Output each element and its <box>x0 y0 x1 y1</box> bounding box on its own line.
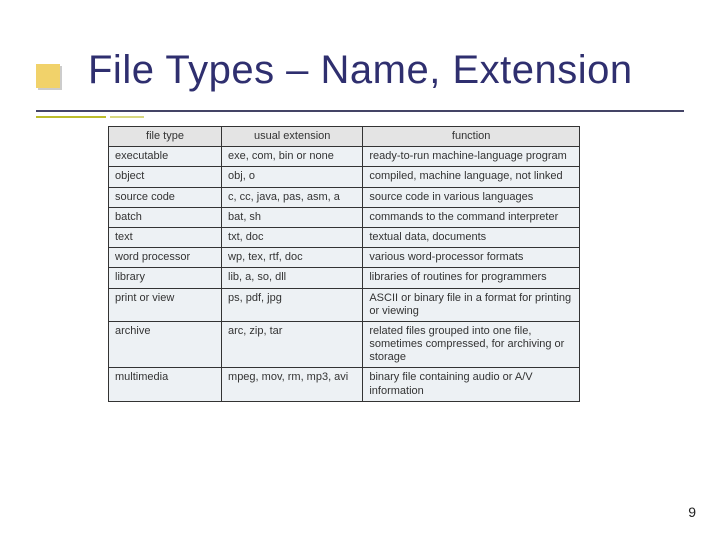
file-types-table: file type usual extension function execu… <box>108 126 580 402</box>
cell-function: libraries of routines for programmers <box>363 268 580 288</box>
cell-extension: lib, a, so, dll <box>222 268 363 288</box>
cell-extension: wp, tex, rtf, doc <box>222 248 363 268</box>
cell-extension: bat, sh <box>222 207 363 227</box>
table-row: print or viewps, pdf, jpgASCII or binary… <box>109 288 580 321</box>
header-extension: usual extension <box>222 127 363 147</box>
cell-file-type: source code <box>109 187 222 207</box>
cell-file-type: object <box>109 167 222 187</box>
accent-line-2 <box>110 116 144 118</box>
table-row: archivearc, zip, tarrelated files groupe… <box>109 321 580 368</box>
cell-function: ready-to-run machine-language program <box>363 147 580 167</box>
cell-file-type: library <box>109 268 222 288</box>
title-underline <box>36 110 684 112</box>
cell-file-type: multimedia <box>109 368 222 401</box>
slide-title: File Types – Name, Extension <box>88 48 633 93</box>
cell-function: various word-processor formats <box>363 248 580 268</box>
cell-function: ASCII or binary file in a format for pri… <box>363 288 580 321</box>
header-function: function <box>363 127 580 147</box>
cell-extension: ps, pdf, jpg <box>222 288 363 321</box>
accent-line <box>36 116 106 118</box>
table-row: multimediampeg, mov, rm, mp3, avibinary … <box>109 368 580 401</box>
cell-file-type: archive <box>109 321 222 368</box>
cell-function: related files grouped into one file, som… <box>363 321 580 368</box>
cell-file-type: batch <box>109 207 222 227</box>
table-row: texttxt, doctextual data, documents <box>109 227 580 247</box>
table-row: source codec, cc, java, pas, asm, asourc… <box>109 187 580 207</box>
table-row: batchbat, shcommands to the command inte… <box>109 207 580 227</box>
cell-file-type: word processor <box>109 248 222 268</box>
table-header-row: file type usual extension function <box>109 127 580 147</box>
cell-extension: obj, o <box>222 167 363 187</box>
cell-file-type: print or view <box>109 288 222 321</box>
page-number: 9 <box>688 504 696 520</box>
cell-extension: mpeg, mov, rm, mp3, avi <box>222 368 363 401</box>
table-row: librarylib, a, so, dlllibraries of routi… <box>109 268 580 288</box>
cell-function: compiled, machine language, not linked <box>363 167 580 187</box>
cell-function: commands to the command interpreter <box>363 207 580 227</box>
table-row: executableexe, com, bin or noneready-to-… <box>109 147 580 167</box>
cell-function: binary file containing audio or A/V info… <box>363 368 580 401</box>
cell-extension: exe, com, bin or none <box>222 147 363 167</box>
cell-file-type: executable <box>109 147 222 167</box>
cell-file-type: text <box>109 227 222 247</box>
cell-extension: c, cc, java, pas, asm, a <box>222 187 363 207</box>
table-row: word processorwp, tex, rtf, docvarious w… <box>109 248 580 268</box>
header-file-type: file type <box>109 127 222 147</box>
cell-extension: txt, doc <box>222 227 363 247</box>
file-types-table-container: file type usual extension function execu… <box>108 126 580 402</box>
title-bullet-icon <box>36 64 60 88</box>
cell-function: source code in various languages <box>363 187 580 207</box>
cell-extension: arc, zip, tar <box>222 321 363 368</box>
cell-function: textual data, documents <box>363 227 580 247</box>
table-row: objectobj, ocompiled, machine language, … <box>109 167 580 187</box>
